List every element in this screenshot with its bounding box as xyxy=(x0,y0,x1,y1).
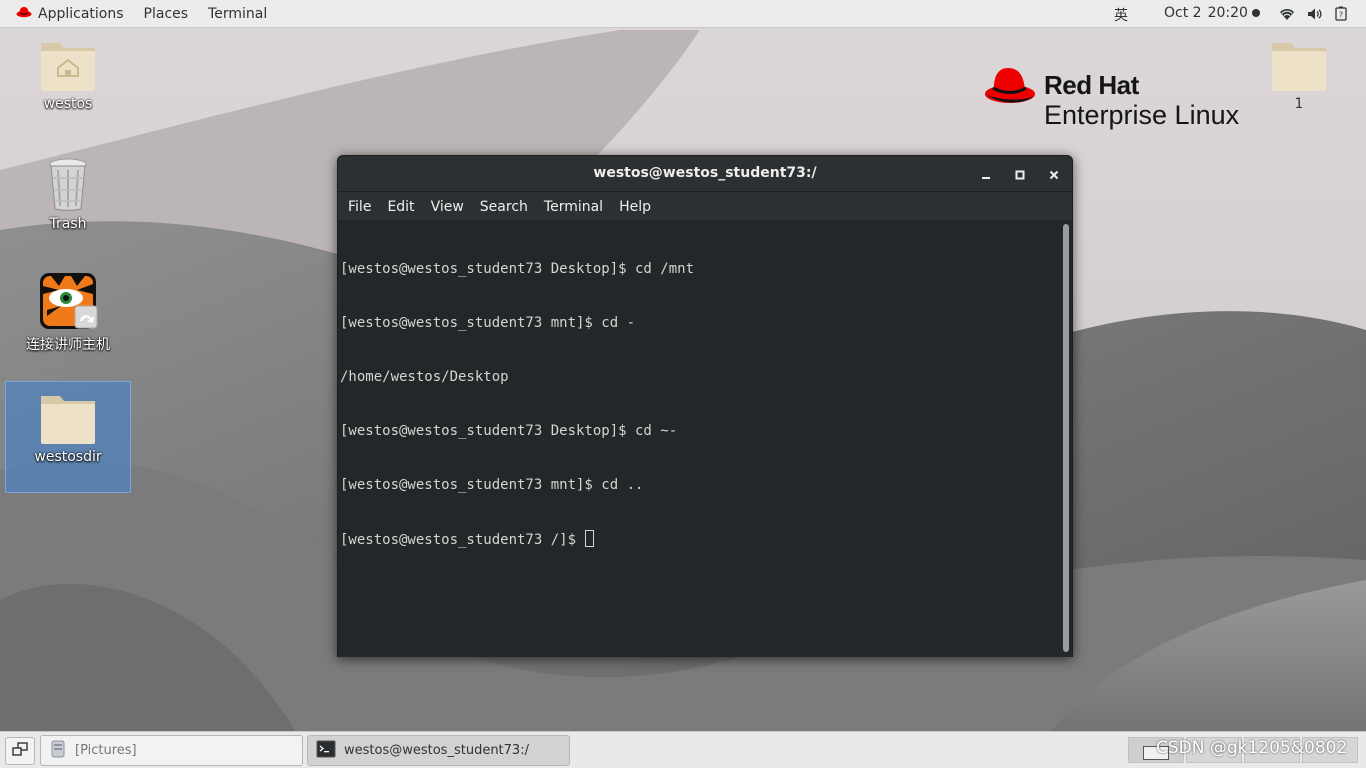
window-titlebar[interactable]: westos@westos_student73:/ xyxy=(338,156,1072,192)
svg-text:?: ? xyxy=(1339,11,1343,20)
desktop-icon-westos[interactable]: westos xyxy=(5,36,131,126)
window-title: westos@westos_student73:/ xyxy=(593,165,817,181)
show-desktop-icon xyxy=(12,742,28,760)
terminal-scrollbar[interactable] xyxy=(1063,224,1069,652)
close-button[interactable] xyxy=(1044,164,1064,184)
places-label: Places xyxy=(143,6,189,22)
top-panel-menus: Applications Places Terminal xyxy=(6,0,277,28)
text-cursor xyxy=(585,530,595,547)
desktop-icon-connect-teacher[interactable]: 连接讲师主机 xyxy=(5,272,131,362)
menu-file[interactable]: File xyxy=(340,199,379,215)
menu-view[interactable]: View xyxy=(423,199,472,215)
top-panel: Applications Places Terminal 英 Oct 2 20:… xyxy=(0,0,1366,28)
desktop-icon-folder-1[interactable]: 1 xyxy=(1236,36,1362,126)
clock-time: 20:20 xyxy=(1207,5,1248,21)
desktop-icon-trash[interactable]: Trash xyxy=(5,156,131,246)
folder-icon xyxy=(6,389,130,447)
desktop-icon-label: westosdir xyxy=(34,449,102,465)
csdn-watermark: CSDN @gk1205&0802 xyxy=(1156,738,1348,758)
system-menu[interactable]: ? xyxy=(1279,6,1347,25)
terminal-prompt-line: [westos@westos_student73 /]$ xyxy=(340,530,1070,549)
terminal-app-menu[interactable]: Terminal xyxy=(198,0,277,28)
maximize-button[interactable] xyxy=(1010,164,1030,184)
folder-icon xyxy=(1236,36,1362,94)
taskbar-item-pictures[interactable]: [Pictures] xyxy=(40,735,303,766)
menu-help[interactable]: Help xyxy=(611,199,659,215)
taskbar-item-terminal[interactable]: westos@westos_student73:/ xyxy=(307,735,570,766)
terminal-line: /home/westos/Desktop xyxy=(340,369,509,385)
volume-icon xyxy=(1307,7,1323,25)
logo-line-2: Enterprise Linux xyxy=(1044,100,1240,130)
desktop-icon-label: westos xyxy=(43,96,93,112)
notification-dot-icon xyxy=(1251,9,1260,17)
desktop-icon-label: Trash xyxy=(49,216,87,232)
terminal-line: [westos@westos_student73 Desktop]$ cd /m… xyxy=(340,261,695,277)
desktop-icon-label: 1 xyxy=(1294,96,1304,112)
wifi-icon xyxy=(1279,7,1295,25)
terminal-line: [westos@westos_student73 mnt]$ cd - xyxy=(340,315,636,331)
terminal-lines: [westos@westos_student73 Desktop]$ cd /m… xyxy=(340,224,1070,585)
logo-line-1: Red Hat xyxy=(1044,70,1139,100)
trash-icon xyxy=(5,156,131,214)
desktop-icon-westosdir[interactable]: westosdir xyxy=(5,381,131,493)
terminal-prompt: [westos@westos_student73 /]$ xyxy=(340,532,585,548)
show-desktop-button[interactable] xyxy=(5,737,35,765)
places-menu[interactable]: Places xyxy=(134,0,199,28)
home-folder-icon xyxy=(5,36,131,94)
tiger-app-icon xyxy=(5,272,131,332)
redhat-hat-icon xyxy=(984,66,1036,110)
bottom-panel: [Pictures] westos@westos_student73:/ CSD… xyxy=(0,731,1366,768)
taskbar-item-label: [Pictures] xyxy=(75,743,137,758)
terminal-menubar: File Edit View Search Terminal Help xyxy=(338,193,1072,220)
input-method-indicator[interactable]: 英 xyxy=(1114,5,1128,25)
menu-edit[interactable]: Edit xyxy=(379,199,422,215)
terminal-line: [westos@westos_student73 mnt]$ cd .. xyxy=(340,477,644,493)
minimize-icon xyxy=(981,165,991,184)
menu-terminal[interactable]: Terminal xyxy=(536,199,611,215)
maximize-icon xyxy=(1015,165,1025,184)
redhat-icon xyxy=(16,6,32,22)
desktop-icon-label: 连接讲师主机 xyxy=(26,337,110,353)
terminal-app-label: Terminal xyxy=(208,6,268,22)
terminal-output[interactable]: [westos@westos_student73 Desktop]$ cd /m… xyxy=(338,220,1072,657)
applications-label: Applications xyxy=(38,6,124,22)
minimize-button[interactable] xyxy=(976,164,996,184)
terminal-window[interactable]: westos@westos_student73:/ File Edit View… xyxy=(337,155,1073,657)
terminal-line: [westos@westos_student73 Desktop]$ cd ~- xyxy=(340,423,678,439)
clock-date: Oct 2 xyxy=(1164,5,1202,21)
menu-search[interactable]: Search xyxy=(472,199,536,215)
close-icon xyxy=(1049,165,1059,184)
terminal-icon xyxy=(316,740,336,762)
clock[interactable]: Oct 2 20:20 xyxy=(1164,5,1260,21)
file-manager-icon xyxy=(49,740,67,762)
power-icon: ? xyxy=(1335,6,1347,25)
redhat-logo: Red Hat Enterprise Linux xyxy=(984,66,1239,129)
applications-menu[interactable]: Applications xyxy=(6,0,134,28)
taskbar-item-label: westos@westos_student73:/ xyxy=(344,743,529,758)
